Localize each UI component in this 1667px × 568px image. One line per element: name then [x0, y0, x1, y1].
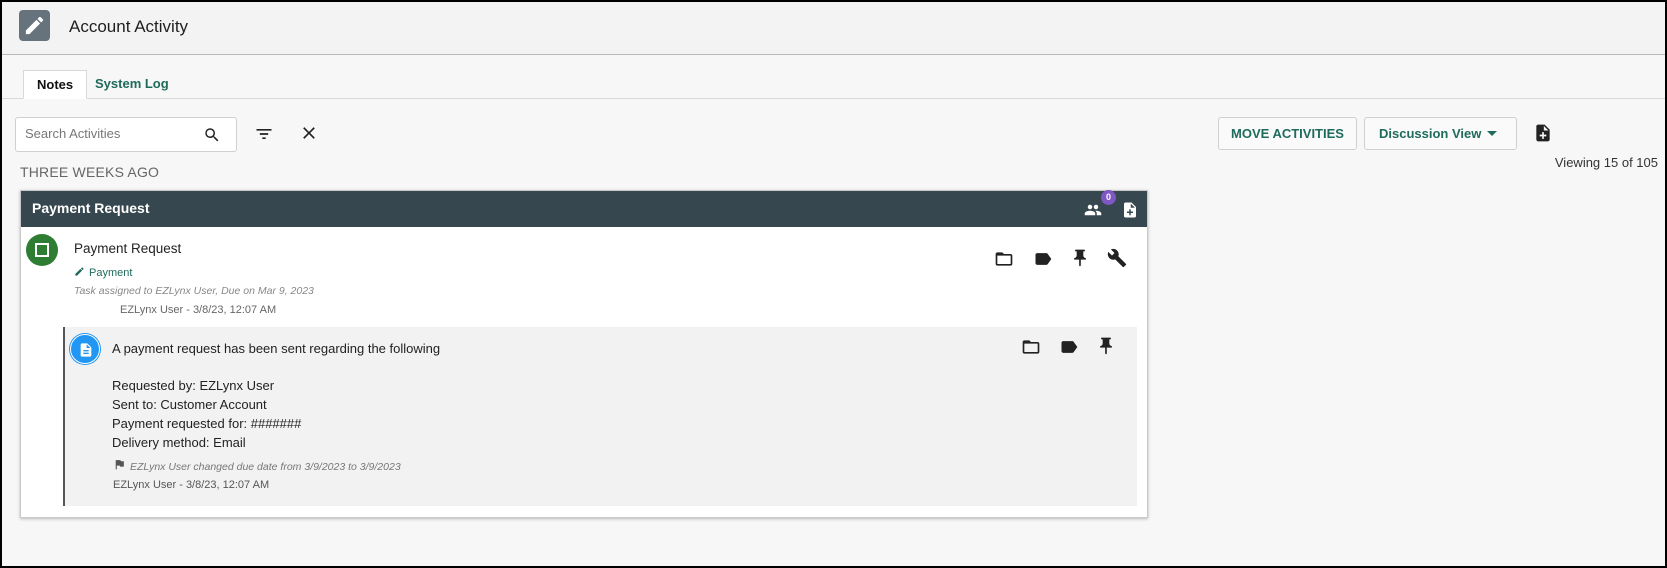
- due-date-change-text: EZLynx User changed due date from 3/9/20…: [130, 461, 401, 473]
- note-author-timestamp: EZLynx User - 3/8/23, 12:07 AM: [113, 479, 270, 491]
- participants-icon[interactable]: [1081, 201, 1105, 219]
- move-activities-button[interactable]: MOVE ACTIVITIES: [1218, 117, 1357, 150]
- activity-card: Payment Request 0 Payment Request Paymen…: [20, 190, 1148, 518]
- task-tag-label: Payment: [89, 267, 133, 279]
- clear-icon[interactable]: [299, 123, 319, 143]
- note-line: Delivery method: Email: [112, 435, 246, 450]
- pin-icon[interactable]: [1096, 336, 1116, 356]
- viewing-count: Viewing 15 of 105: [1554, 155, 1658, 170]
- task-author-timestamp: EZLynx User - 3/8/23, 12:07 AM: [120, 304, 277, 316]
- search-icon[interactable]: [203, 126, 221, 144]
- task-title: Payment Request: [74, 241, 182, 256]
- tab-system-log[interactable]: System Log: [82, 70, 182, 99]
- note-line: Requested by: EZLynx User: [112, 378, 275, 393]
- app-frame: Account Activity Notes System Log MOVE A…: [0, 0, 1667, 568]
- filter-icon[interactable]: [253, 124, 275, 144]
- task-tag[interactable]: Payment: [74, 266, 132, 279]
- tab-notes[interactable]: Notes: [23, 70, 88, 99]
- caret-down-icon: [1487, 131, 1497, 136]
- card-title: Payment Request: [32, 200, 150, 216]
- folder-icon[interactable]: [1021, 337, 1041, 357]
- wrench-icon[interactable]: [1107, 248, 1127, 268]
- note-entry: A payment request has been sent regardin…: [63, 327, 1137, 506]
- time-group-label: THREE WEEKS AGO: [20, 164, 160, 180]
- task-status-icon[interactable]: [26, 234, 58, 266]
- add-note-icon[interactable]: [1121, 199, 1139, 221]
- label-icon[interactable]: [1033, 249, 1053, 269]
- tag-pencil-icon: [75, 267, 84, 276]
- view-mode-dropdown[interactable]: Discussion View: [1364, 117, 1517, 150]
- folder-icon[interactable]: [994, 249, 1014, 269]
- pin-icon[interactable]: [1070, 248, 1090, 268]
- label-icon[interactable]: [1059, 337, 1079, 357]
- due-date-change: EZLynx User changed due date from 3/9/20…: [113, 458, 401, 473]
- task-assignment: Task assigned to EZLynx User, Due on Mar…: [74, 285, 314, 297]
- flag-icon: [115, 460, 124, 470]
- search-box: [15, 117, 237, 152]
- note-headline: A payment request has been sent regardin…: [112, 341, 441, 356]
- document-icon: [70, 334, 100, 364]
- card-header: Payment Request 0: [21, 190, 1147, 227]
- page-title: Account Activity: [69, 17, 189, 36]
- add-note-icon[interactable]: [1533, 122, 1553, 144]
- view-mode-label: Discussion View: [1379, 126, 1482, 141]
- note-line: Payment requested for: #######: [112, 416, 302, 431]
- note-line: Sent to: Customer Account: [112, 397, 267, 412]
- search-input[interactable]: [25, 126, 195, 141]
- page-header: Account Activity: [2, 2, 1665, 55]
- clipboard-edit-icon: [19, 10, 50, 41]
- tab-bar: Notes System Log: [2, 70, 1665, 99]
- participants-count-badge: 0: [1101, 190, 1116, 205]
